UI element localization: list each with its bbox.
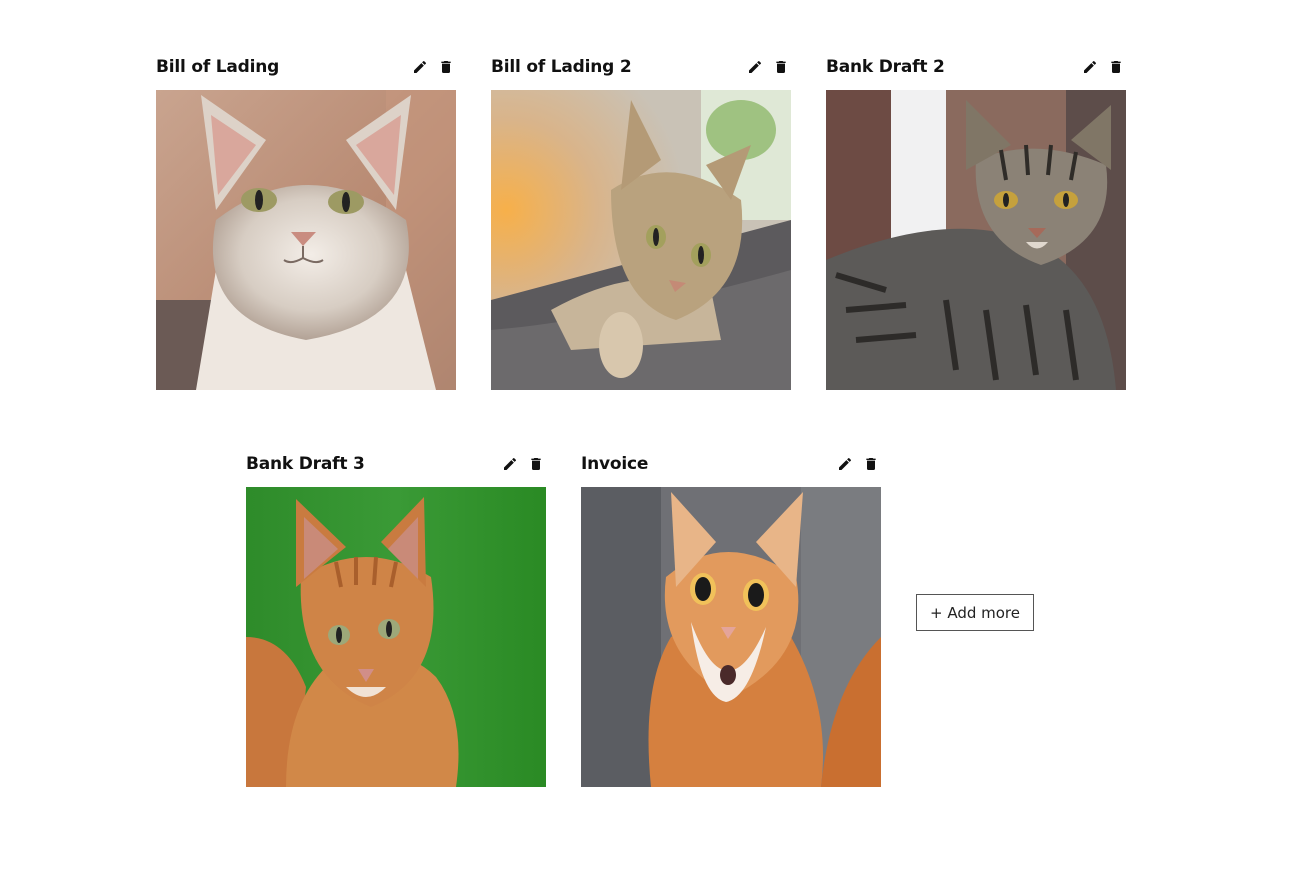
pencil-icon[interactable] (837, 456, 853, 472)
pencil-icon[interactable] (1082, 59, 1098, 75)
cat-photo (826, 90, 1126, 390)
card-header: Bill of Lading (156, 52, 456, 82)
trash-icon[interactable] (528, 456, 544, 472)
card-actions (412, 59, 456, 75)
cat-photo (581, 487, 881, 787)
card-header: Bank Draft 2 (826, 52, 1126, 82)
document-card: Bill of Lading (156, 52, 456, 390)
card-header: Bill of Lading 2 (491, 52, 791, 82)
cat-photo (491, 90, 791, 390)
document-card: Invoice (581, 449, 881, 787)
trash-icon[interactable] (773, 59, 789, 75)
document-card: Bank Draft 3 (246, 449, 546, 787)
pencil-icon[interactable] (502, 456, 518, 472)
card-title: Bill of Lading (156, 57, 280, 77)
card-title: Invoice (581, 454, 649, 474)
card-title: Bill of Lading 2 (491, 57, 632, 77)
pencil-icon[interactable] (747, 59, 763, 75)
document-card: Bank Draft 2 (826, 52, 1126, 390)
card-header: Bank Draft 3 (246, 449, 546, 479)
cat-photo (156, 90, 456, 390)
trash-icon[interactable] (1108, 59, 1124, 75)
card-actions (747, 59, 791, 75)
card-actions (1082, 59, 1126, 75)
document-card: Bill of Lading 2 (491, 52, 791, 390)
pencil-icon[interactable] (412, 59, 428, 75)
add-more-button[interactable]: + Add more (916, 594, 1034, 631)
cat-photo (246, 487, 546, 787)
card-header: Invoice (581, 449, 881, 479)
trash-icon[interactable] (863, 456, 879, 472)
card-actions (502, 456, 546, 472)
card-actions (837, 456, 881, 472)
card-title: Bank Draft 3 (246, 454, 365, 474)
trash-icon[interactable] (438, 59, 454, 75)
card-title: Bank Draft 2 (826, 57, 945, 77)
